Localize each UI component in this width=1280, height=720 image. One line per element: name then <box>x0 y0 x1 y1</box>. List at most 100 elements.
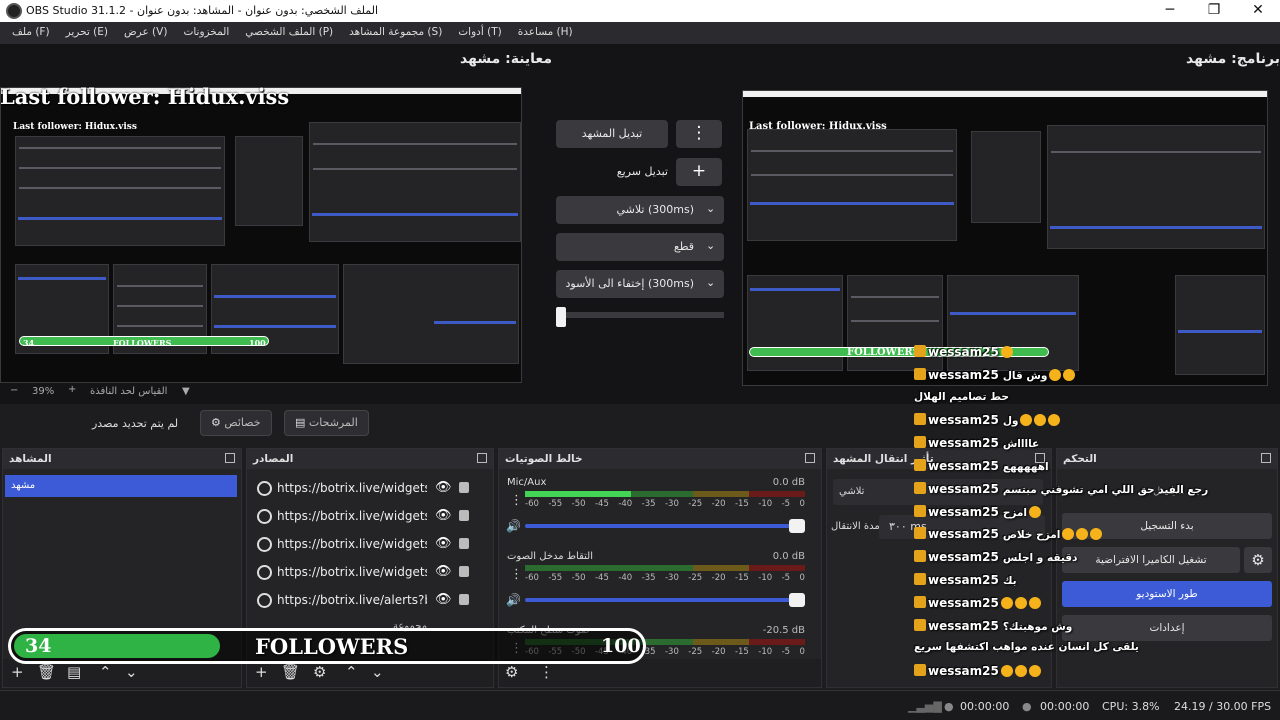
chat-message: حط تصاميم الهلال <box>914 391 1009 403</box>
add-source-icon[interactable]: + <box>255 663 268 681</box>
scale-tick: -15 <box>734 573 749 583</box>
last-follower-overlay: Last follower: Hidux.viss <box>0 84 290 109</box>
undock-icon[interactable] <box>477 453 487 463</box>
settings-button[interactable]: إعدادات <box>1062 615 1272 641</box>
transition-menu-button[interactable]: ⋮ <box>676 120 722 148</box>
menu-file[interactable]: ملف (F) <box>4 22 58 44</box>
scale-tick: -40 <box>618 499 633 509</box>
minimize-button[interactable]: ─ <box>1148 0 1192 22</box>
remove-scene-icon[interactable]: 🗑 <box>37 663 56 681</box>
source-item[interactable]: https://botrix.live/widgets/ 👁 <box>253 561 485 585</box>
emoji-icon <box>1029 505 1042 518</box>
emoji-icon <box>1090 528 1103 541</box>
source-item[interactable]: https://botrix.live/alerts?bi 👁 <box>253 589 485 613</box>
volume-slider[interactable] <box>525 519 805 533</box>
move-up-icon[interactable]: ⌃ <box>345 663 358 681</box>
scale-tick: -55 <box>548 499 563 509</box>
t-bar-handle[interactable] <box>556 307 566 327</box>
add-quick-transition-button[interactable]: + <box>676 158 722 186</box>
lock-icon[interactable] <box>459 566 469 577</box>
channel-menu-icon[interactable]: ⋮ <box>510 567 523 582</box>
quick-transition-cut[interactable]: قطع ⌄ <box>556 233 724 261</box>
scale-tick: -40 <box>618 573 633 583</box>
zoom-dropdown-icon[interactable]: ▼ <box>182 386 190 397</box>
zoom-out-button[interactable]: − <box>10 385 18 396</box>
move-down-icon[interactable]: ⌄ <box>371 663 384 681</box>
volume-slider[interactable] <box>525 593 805 607</box>
scale-tick: -10 <box>758 499 773 509</box>
channel-db: 0.0 dB <box>772 477 805 488</box>
speaker-icon[interactable]: 🔊 <box>506 593 521 607</box>
menu-help[interactable]: مساعدة (H) <box>510 22 581 44</box>
lock-icon[interactable] <box>459 538 469 549</box>
source-item[interactable]: https://botrix.live/widgets/ 👁 <box>253 477 485 501</box>
chat-message: wessam25 اهههههع <box>914 459 1049 479</box>
t-bar-track[interactable] <box>556 307 724 327</box>
close-button[interactable]: ✕ <box>1236 0 1280 22</box>
menu-tools[interactable]: أدوات (T) <box>450 22 509 44</box>
move-down-icon[interactable]: ⌄ <box>125 663 138 681</box>
maximize-button[interactable]: ❐ <box>1192 0 1236 22</box>
speaker-icon[interactable]: 🔊 <box>506 519 521 533</box>
mixer-settings-icon[interactable]: ⚙ <box>505 663 518 681</box>
menu-edit[interactable]: تحرير (E) <box>58 22 116 44</box>
zoom-in-button[interactable]: + <box>68 384 76 395</box>
window-title: OBS Studio 31.1.2 - الملف الشخصي: بدون ع… <box>26 4 379 17</box>
lock-icon[interactable] <box>459 510 469 521</box>
virtual-camera-settings-button[interactable]: ⚙ <box>1244 547 1272 573</box>
followers-goal-overlay: 34 FOLLOWERS 100 <box>8 628 646 664</box>
menu-scene-collection[interactable]: مجموعة المشاهد (S) <box>341 22 450 44</box>
eye-icon[interactable]: 👁 <box>435 536 452 551</box>
program-canvas[interactable]: FOLLOWERS Last follower: Hidux.viss <box>742 90 1268 386</box>
source-item[interactable]: https://botrix.live/widgets/ 👁 <box>253 533 485 557</box>
filters-label: المرشحات <box>308 416 358 429</box>
eye-icon[interactable]: 👁 <box>435 564 452 579</box>
eye-icon[interactable]: 👁 <box>435 480 452 495</box>
filters-button[interactable]: ▤ المرشحات <box>284 410 369 436</box>
chat-text: امزح <box>1002 506 1028 519</box>
start-virtual-camera-button[interactable]: تشغيل الكاميرا الافتراضية <box>1062 547 1240 573</box>
zoom-fit-button[interactable]: القياس لحد النافذة <box>90 386 167 397</box>
add-scene-icon[interactable]: + <box>11 663 24 681</box>
mini-titlebar-program <box>743 91 1267 97</box>
undock-icon[interactable] <box>225 453 235 463</box>
menu-profile[interactable]: الملف الشخصي (P) <box>237 22 341 44</box>
preview-canvas[interactable]: 34 FOLLOWERS 100 Last follower: Hidux.vi… <box>0 87 522 383</box>
quick-transition-fade[interactable]: تلاشي (300ms) ⌄ <box>556 196 724 224</box>
undock-icon[interactable] <box>805 453 815 463</box>
lock-icon[interactable] <box>459 482 469 493</box>
mini-program-last-follower: Last follower: Hidux.viss <box>749 121 887 132</box>
scene-item[interactable]: مشهد <box>5 475 237 497</box>
eye-icon[interactable]: 👁 <box>435 592 452 607</box>
filter-icon: ▤ <box>295 416 306 429</box>
source-properties-icon[interactable]: ⚙ <box>313 663 326 681</box>
move-up-icon[interactable]: ⌃ <box>99 663 112 681</box>
badge-icon <box>914 504 926 517</box>
stream-status-icon: ● <box>1022 700 1032 713</box>
chat-text: عااااش <box>1002 438 1040 451</box>
scale-tick: -30 <box>664 647 679 657</box>
chat-message: wessam25 <box>914 595 1041 616</box>
menu-docks[interactable]: المخزونات <box>175 22 237 44</box>
meter-scale: -60-55-50-45-40-35-30-25-20-15-10-50 <box>525 499 805 509</box>
remove-source-icon[interactable]: 🗑 <box>281 663 300 681</box>
mixer-menu-icon[interactable]: ⋮ <box>539 663 554 681</box>
chat-text: حط تصاميم الهلال <box>914 390 1009 403</box>
volume-slider-handle[interactable] <box>789 593 805 607</box>
properties-button[interactable]: ⚙ خصائص <box>200 410 272 436</box>
volume-slider-handle[interactable] <box>789 519 805 533</box>
source-item[interactable]: https://botrix.live/widgets/ 👁 <box>253 505 485 529</box>
eye-icon[interactable]: 👁 <box>435 508 452 523</box>
chat-username: wessam25 <box>928 573 999 587</box>
menu-view[interactable]: عرض (V) <box>116 22 175 44</box>
emoji-icon <box>1063 368 1076 381</box>
scene-filters-icon[interactable]: ▤ <box>67 663 81 681</box>
studio-mode-button[interactable]: طور الاستوديو <box>1062 581 1272 607</box>
quick-transition-fade-black[interactable]: إختفاء الى الأسود (300ms) ⌄ <box>556 270 724 298</box>
lock-icon[interactable] <box>459 594 469 605</box>
emoji-icon <box>1020 414 1033 427</box>
scale-tick: -55 <box>548 573 563 583</box>
undock-icon[interactable] <box>1261 453 1271 463</box>
channel-menu-icon[interactable]: ⋮ <box>510 493 523 508</box>
switch-scene-button[interactable]: تبديل المشهد <box>556 120 668 148</box>
